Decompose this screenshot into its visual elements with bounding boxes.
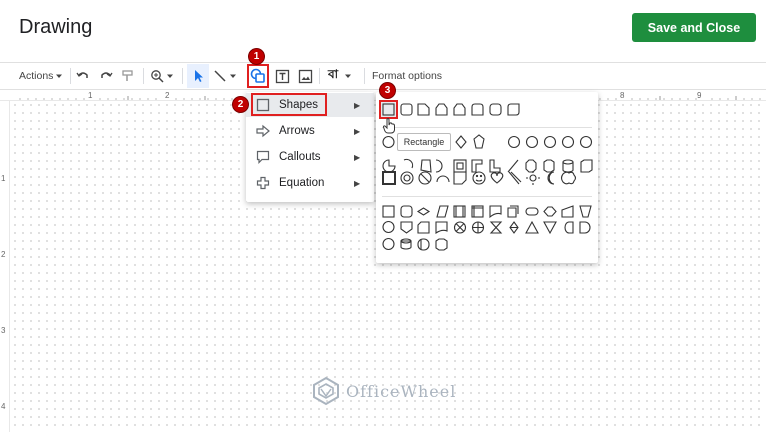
shape-tool-highlight [247,64,269,88]
ruler-number: 2 [165,91,170,100]
speech-bubble-icon [256,150,270,164]
ruler-number: 1 [88,91,93,100]
save-and-close-button[interactable]: Save and Close [632,13,756,42]
image-icon [298,69,313,83]
paint-format-icon [122,70,133,81]
rectangle-tooltip: Rectangle [397,133,451,151]
actions-menu[interactable]: Actions [19,63,63,89]
dropdown-caret-icon [167,74,173,78]
dropdown-caret-icon [230,74,236,78]
redo-icon [101,72,113,78]
submenu-arrow-icon: ▶ [354,178,361,188]
menu-item-label: Callouts [279,151,321,163]
image-button[interactable] [298,63,313,89]
dropdown-caret-icon [345,74,352,78]
select-tool[interactable] [187,64,209,88]
redo-button[interactable] [99,63,113,89]
vertical-ruler: 1 2 3 4 [0,101,10,432]
actions-label: Actions [19,70,54,82]
drawing-dialog: Drawing Save and Close Actions বা Format… [0,0,766,432]
undo-button[interactable] [76,63,90,89]
wordart-label: বা [328,67,339,81]
zoom-menu[interactable] [150,63,174,89]
menu-item-label: Arrows [279,125,315,137]
cursor-icon [195,70,203,82]
step-badge-2: 2 [232,96,249,113]
ruler-number: 4 [1,402,6,411]
shapes-grid[interactable] [376,92,598,263]
watermark-text: OfficeWheel [346,381,457,401]
hand-cursor-icon [382,118,395,134]
menu-item-arrows[interactable]: Arrows ▶ [246,119,374,143]
submenu-arrow-icon: ▶ [354,152,361,162]
text-box-icon [275,69,290,83]
panel-divider [382,127,592,128]
dialog-title: Drawing [19,16,93,38]
zoom-icon [151,70,164,83]
menu-item-label: Equation [279,177,325,189]
ruler-number: 8 [620,91,625,100]
paint-format-button[interactable] [121,63,135,89]
panel-divider [382,196,592,197]
menu-item-callouts[interactable]: Callouts ▶ [246,145,374,169]
officewheel-logo-icon [313,376,339,406]
ruler-number: 9 [697,91,702,100]
text-box-button[interactable] [275,63,290,89]
step-badge-1: 1 [248,48,265,65]
ruler-number: 3 [1,326,6,335]
undo-icon [76,72,88,78]
plus-outline-icon [256,176,270,190]
format-options-label: Format options [372,70,443,82]
submenu-arrow-icon: ▶ [354,126,361,136]
ruler-number: 2 [1,250,6,259]
line-tool[interactable] [213,63,237,89]
step-badge-3: 3 [379,82,396,99]
wordart-menu[interactable]: বা [328,63,352,89]
ruler-number: 1 [1,174,6,183]
watermark: OfficeWheel [312,376,456,406]
shapes-item-highlight [251,93,327,116]
shapes-panel [376,92,598,263]
submenu-arrow-icon: ▶ [354,100,361,110]
dropdown-caret-icon [56,74,63,78]
arrow-outline-icon [256,124,270,138]
menu-item-equation[interactable]: Equation ▶ [246,171,374,195]
line-icon [214,70,226,82]
